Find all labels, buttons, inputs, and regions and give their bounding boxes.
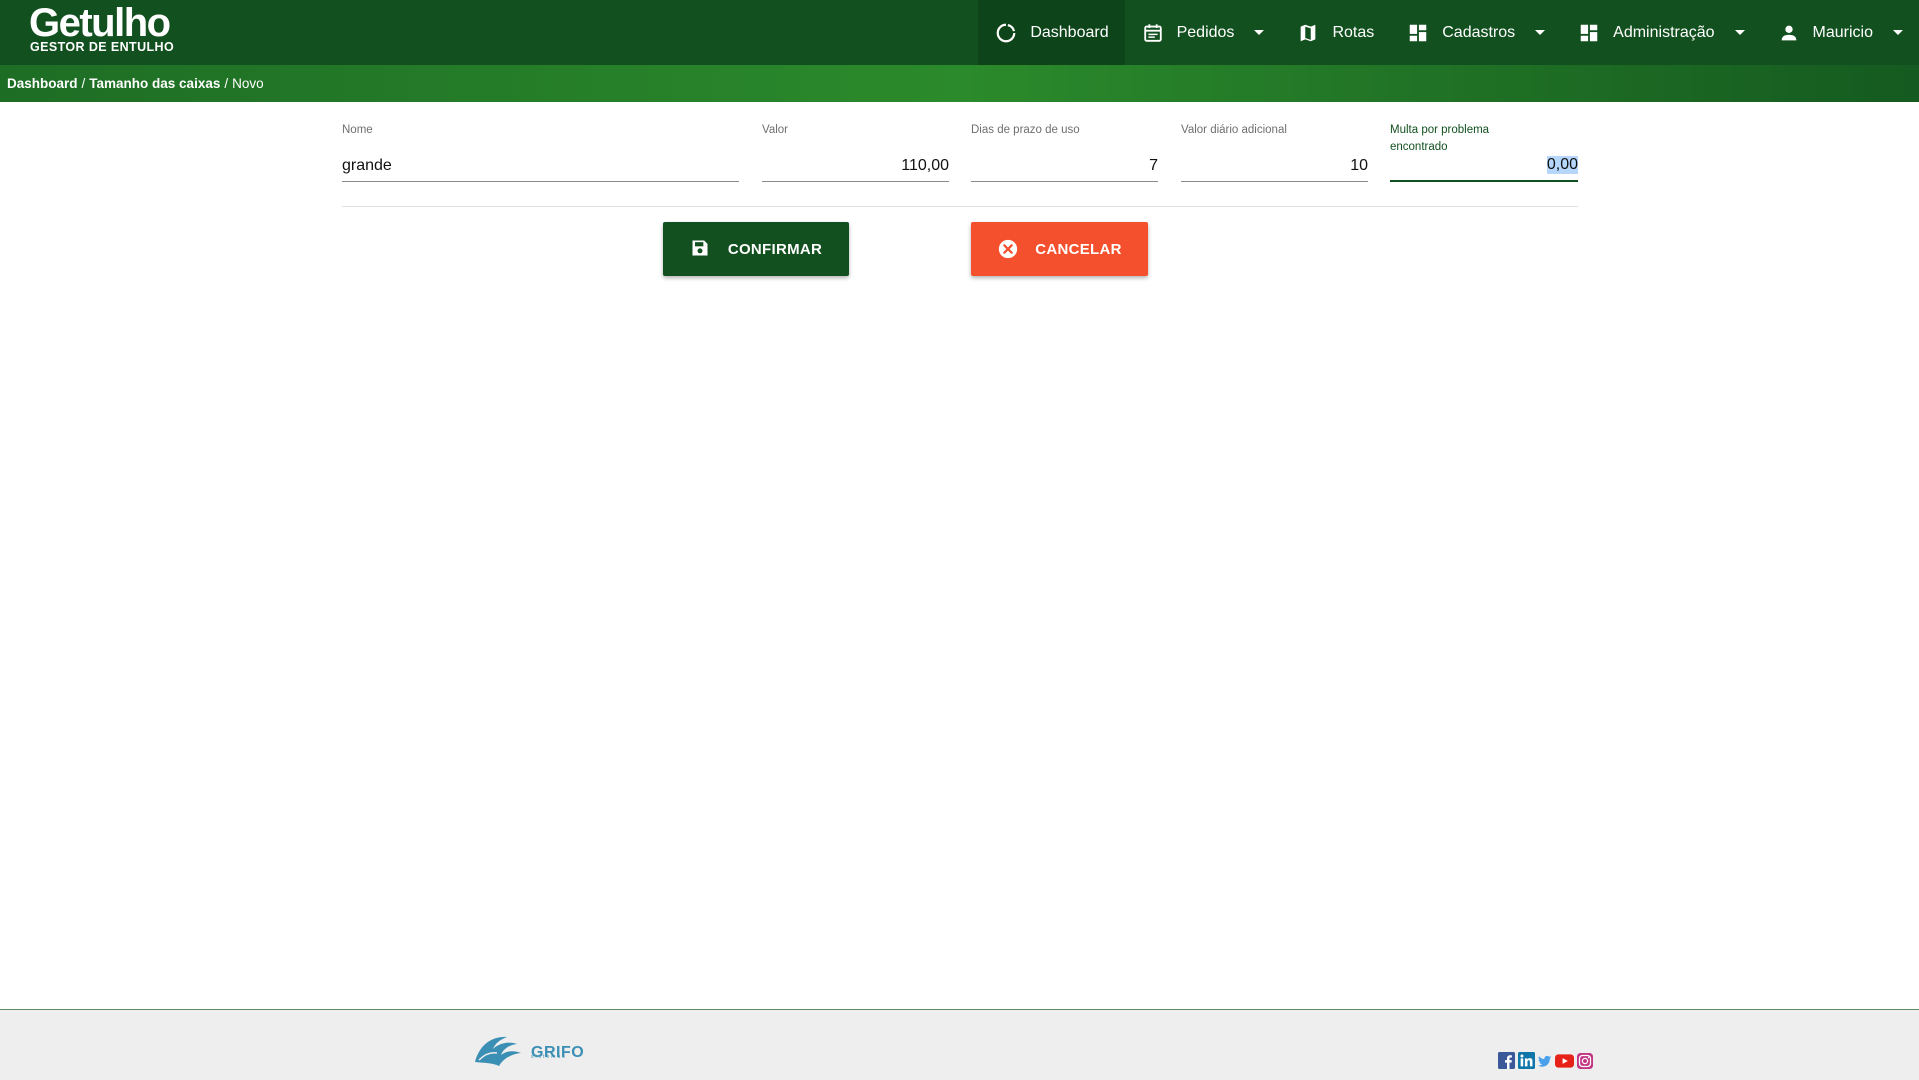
close-circle-icon — [997, 238, 1019, 260]
field-nome: Nome — [342, 122, 739, 182]
field-dias: Dias de prazo de uso — [971, 122, 1158, 182]
dashboard-grid-icon — [1406, 21, 1430, 45]
form-divider — [342, 206, 1578, 207]
valor-diario-input[interactable] — [1181, 150, 1368, 182]
facebook-icon[interactable] — [1498, 1052, 1515, 1069]
main-nav: Dashboard Pedidos Rotas Cadastros Admini… — [978, 0, 1919, 65]
field-nome-label: Nome — [342, 124, 373, 136]
app-root: Getulho GESTOR DE ENTULHO Dashboard Pedi… — [0, 0, 1919, 1080]
chevron-down-icon — [1254, 30, 1265, 35]
linkedin-icon[interactable] — [1518, 1052, 1535, 1069]
brand-name: Getulho — [29, 1, 171, 45]
confirm-button[interactable]: CONFIRMAR — [663, 222, 849, 276]
twitter-icon[interactable] — [1538, 1054, 1552, 1068]
chevron-down-icon — [1734, 30, 1745, 35]
nav-item-user[interactable]: Mauricio — [1761, 0, 1919, 65]
field-valor: Valor — [762, 122, 949, 182]
nav-label-cadastros: Cadastros — [1442, 23, 1516, 41]
confirm-label: CONFIRMAR — [727, 240, 823, 258]
breadcrumb-separator: / — [81, 76, 86, 91]
dias-input[interactable] — [971, 150, 1158, 182]
nav-label-user: Mauricio — [1812, 23, 1873, 41]
grifo-logo[interactable]: GRIFO sistemas — [473, 1032, 584, 1073]
field-multa: Multa por problema encontrado 0,00 — [1390, 122, 1578, 182]
field-valor-label: Valor — [762, 124, 788, 136]
breadcrumb-section[interactable]: Tamanho das caixas — [89, 76, 220, 91]
cancel-button[interactable]: CANCELAR — [971, 222, 1148, 276]
chevron-down-icon — [1893, 30, 1903, 35]
calendar-icon — [1141, 21, 1165, 45]
nav-item-cadastros[interactable]: Cadastros — [1390, 0, 1561, 65]
user-icon — [1777, 21, 1801, 45]
dashboard-grid-icon — [1577, 21, 1601, 45]
youtube-icon[interactable] — [1555, 1053, 1574, 1068]
brand-logo[interactable]: Getulho GESTOR DE ENTULHO — [29, 2, 174, 54]
breadcrumb-separator: / — [224, 76, 229, 91]
nav-item-administracao[interactable]: Administração — [1561, 0, 1760, 65]
nav-label-pedidos: Pedidos — [1176, 23, 1235, 41]
brand-tagline: GESTOR DE ENTULHO — [30, 40, 175, 54]
field-multa-label-line1: Multa por problema — [1390, 124, 1490, 136]
instagram-icon[interactable] — [1577, 1052, 1593, 1069]
breadcrumb-current: Novo — [232, 76, 264, 91]
nav-item-rotas[interactable]: Rotas — [1280, 0, 1390, 65]
breadcrumb: Dashboard / Tamanho das caixas / Novo — [0, 65, 1919, 102]
cancel-label: CANCELAR — [1035, 240, 1122, 258]
footer: GRIFO sistemas — [0, 1009, 1919, 1080]
save-icon — [690, 238, 712, 260]
field-dias-label: Dias de prazo de uso — [971, 124, 1080, 136]
nav-label-rotas: Rotas — [1332, 23, 1375, 41]
chevron-down-icon — [1535, 30, 1546, 35]
valor-input[interactable] — [762, 150, 949, 182]
nome-input[interactable] — [342, 150, 739, 182]
top-navbar: Getulho GESTOR DE ENTULHO Dashboard Pedi… — [0, 0, 1919, 65]
multa-input[interactable]: 0,00 — [1390, 150, 1578, 182]
social-links — [1498, 1052, 1593, 1069]
multa-input-value: 0,00 — [1546, 156, 1578, 174]
grifo-bird-icon — [473, 1032, 527, 1073]
field-valor-diario-label: Valor diário adicional — [1181, 124, 1287, 136]
map-icon — [1296, 21, 1320, 45]
nav-item-pedidos[interactable]: Pedidos — [1125, 0, 1281, 65]
field-valor-diario: Valor diário adicional — [1181, 122, 1368, 182]
grifo-subtitle: sistemas — [531, 1054, 567, 1060]
refresh-icon — [994, 21, 1018, 45]
nav-label-administracao: Administração — [1613, 23, 1715, 41]
nav-item-dashboard[interactable]: Dashboard — [978, 0, 1125, 65]
nav-label-dashboard: Dashboard — [1030, 23, 1109, 41]
breadcrumb-home[interactable]: Dashboard — [7, 76, 78, 91]
